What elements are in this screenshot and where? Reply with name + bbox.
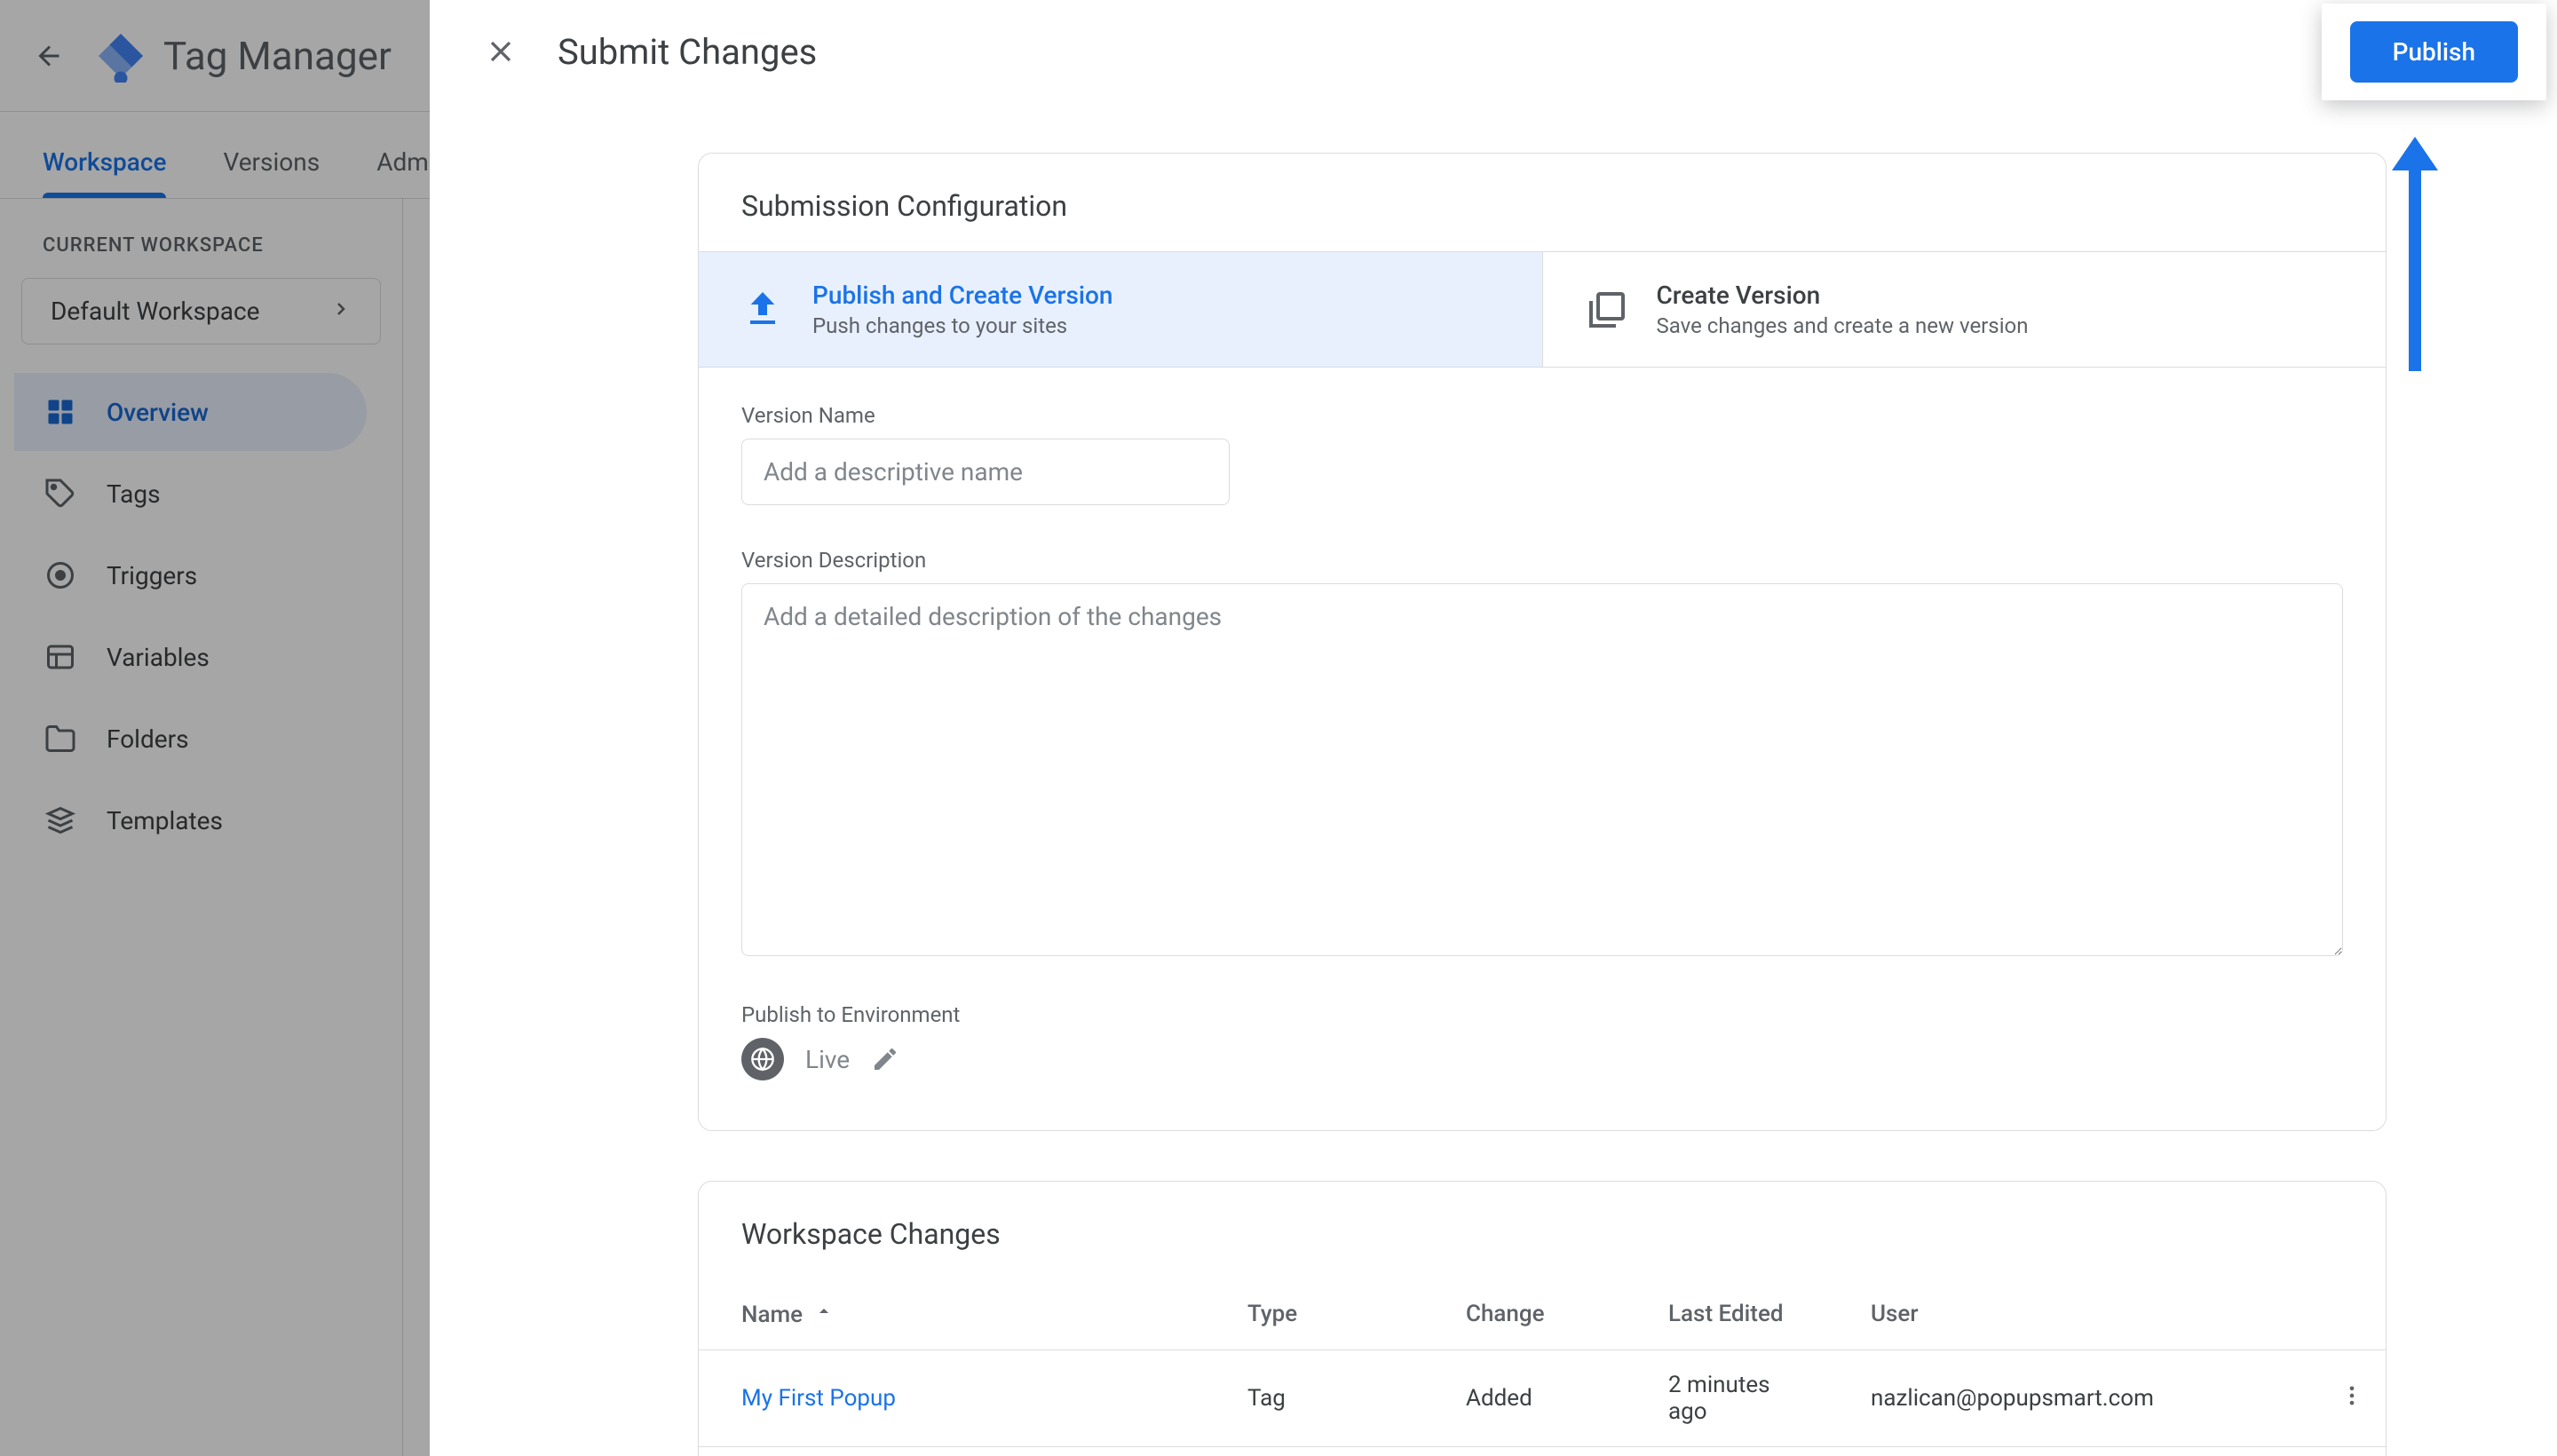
row-type: Tag bbox=[1205, 1385, 1423, 1412]
col-user-header[interactable]: User bbox=[1828, 1301, 2315, 1328]
globe-icon bbox=[741, 1038, 784, 1080]
publish-create-version-option[interactable]: Publish and Create Version Push changes … bbox=[699, 252, 1543, 367]
publish-button[interactable]: Publish bbox=[2350, 21, 2518, 83]
option-subtitle: Save changes and create a new version bbox=[1657, 313, 2029, 338]
publish-environment-label: Publish to Environment bbox=[741, 1002, 2343, 1027]
version-description-label: Version Description bbox=[741, 548, 2343, 573]
row-user: nazlican@popupsmart.com bbox=[1828, 1385, 2297, 1412]
version-description-input[interactable] bbox=[741, 583, 2343, 956]
workspace-changes-card: Workspace Changes Name Type Change Last … bbox=[698, 1181, 2387, 1456]
version-icon bbox=[1586, 289, 1628, 331]
row-change: Added bbox=[1423, 1385, 1626, 1412]
table-header: Name Type Change Last Edited User bbox=[699, 1279, 2386, 1350]
col-name-header[interactable]: Name bbox=[699, 1301, 1205, 1328]
table-row[interactable]: My First Popup Tag Added 2 minutes ago n… bbox=[699, 1350, 2386, 1447]
option-title: Create Version bbox=[1657, 281, 2029, 310]
create-version-option[interactable]: Create Version Save changes and create a… bbox=[1543, 252, 2387, 367]
workspace-changes-title: Workspace Changes bbox=[699, 1182, 2386, 1279]
close-icon[interactable] bbox=[479, 30, 522, 73]
option-subtitle: Push changes to your sites bbox=[812, 313, 1112, 338]
submit-changes-modal: Submit Changes Submission Configuration … bbox=[430, 0, 2557, 1456]
annotation-arrow bbox=[2383, 131, 2447, 384]
submission-config-card: Submission Configuration Publish and Cre… bbox=[698, 153, 2387, 1131]
edit-icon[interactable] bbox=[871, 1045, 899, 1073]
row-name[interactable]: My First Popup bbox=[699, 1385, 1205, 1412]
col-edited-header[interactable]: Last Edited bbox=[1626, 1301, 1828, 1328]
option-title: Publish and Create Version bbox=[812, 281, 1112, 310]
submission-config-title: Submission Configuration bbox=[699, 154, 2386, 251]
more-icon[interactable] bbox=[2339, 1383, 2364, 1414]
modal-title: Submit Changes bbox=[558, 31, 817, 73]
version-name-input[interactable] bbox=[741, 439, 1230, 505]
version-name-label: Version Name bbox=[741, 403, 2343, 428]
environment-name: Live bbox=[805, 1045, 850, 1074]
table-row[interactable]: Page View Trigger Added 2 minutes ago na… bbox=[699, 1447, 2386, 1456]
row-edited: 2 minutes ago bbox=[1626, 1372, 1828, 1425]
col-change-header[interactable]: Change bbox=[1423, 1301, 1626, 1328]
col-type-header[interactable]: Type bbox=[1205, 1301, 1423, 1328]
publish-icon bbox=[741, 289, 784, 331]
publish-button-container: Publish bbox=[2322, 4, 2546, 100]
sort-arrow-icon bbox=[813, 1301, 835, 1328]
